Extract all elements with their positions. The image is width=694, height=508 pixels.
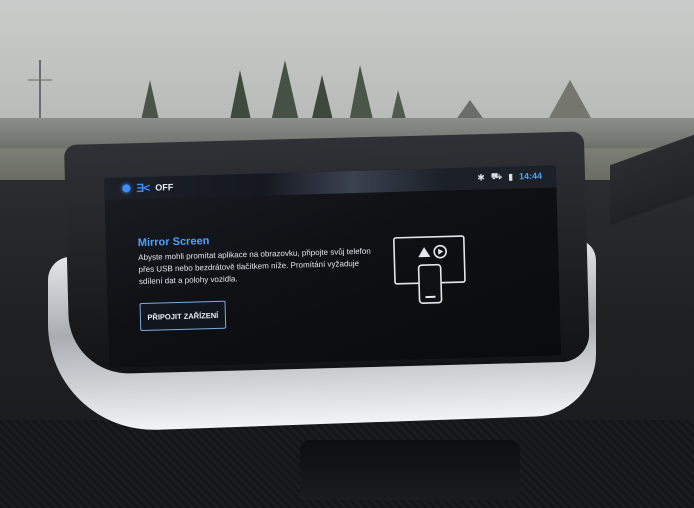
air-vent bbox=[300, 440, 520, 500]
mirror-description: Abyste mohli promítat aplikace na obrazo… bbox=[138, 246, 371, 287]
climate-state: OFF bbox=[155, 182, 174, 193]
clock: 14:44 bbox=[518, 170, 543, 182]
bluetooth-icon: ✱ bbox=[477, 171, 485, 183]
climate-indicator-icon bbox=[122, 184, 131, 193]
status-bar-right: ✱ ⛟ ▮ 14:44 bbox=[477, 170, 542, 184]
car-interior-photo: Ǝ< OFF ✱ ⛟ ▮ 14:44 Mirror Screen Abyste … bbox=[0, 0, 694, 508]
infotainment-screen: Ǝ< OFF ✱ ⛟ ▮ 14:44 Mirror Screen Abyste … bbox=[104, 165, 562, 368]
signal-icon: ▮ bbox=[507, 171, 514, 182]
car-icon: ⛟ bbox=[490, 170, 503, 182]
light-beam-icon: Ǝ< bbox=[136, 180, 150, 196]
page-title: Mirror Screen bbox=[137, 235, 210, 250]
phone-mirroring-icon bbox=[393, 235, 466, 304]
status-bar-left[interactable]: Ǝ< OFF bbox=[122, 180, 173, 195]
connect-device-button[interactable]: PŘIPOJIT ZAŘÍZENÍ bbox=[139, 300, 227, 332]
